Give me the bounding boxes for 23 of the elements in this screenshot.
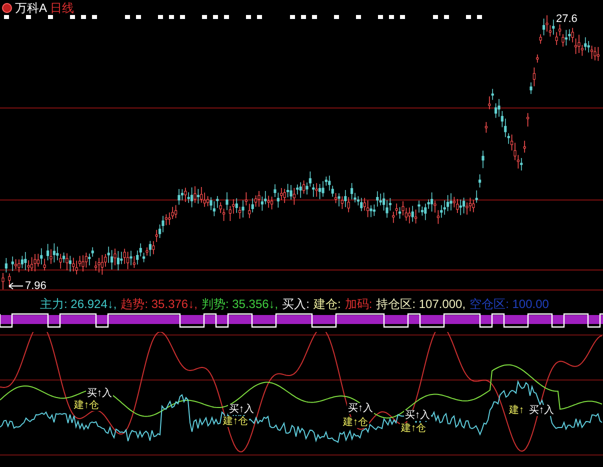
build-position-label: 建↑: [508, 405, 525, 416]
buy-signal-label: 买↑入: [347, 403, 374, 414]
stock-name: 万科A: [15, 1, 48, 15]
high-price-label: 27.6: [556, 13, 578, 25]
buy-signal-label: 买↑入: [528, 405, 555, 416]
buy-signal-label: 买↑入: [86, 388, 113, 399]
build-position-label: 建↑仓: [73, 400, 100, 411]
build-position-label: 建↑仓: [222, 416, 249, 427]
indicator-value: 趋势: 35.376↓,: [120, 297, 198, 311]
indicator-value: 加码:: [344, 297, 372, 311]
arrow-left-icon: [8, 282, 24, 290]
build-position-label: 建↑仓: [400, 423, 427, 434]
indicator-value: 主力: 26.924↓,: [40, 297, 117, 311]
indicator-value: 空仓区: 100.00: [470, 297, 549, 311]
buy-signal-label: 买↑入: [228, 404, 255, 415]
build-position-label: 建↑仓: [342, 417, 369, 428]
buy-signal-label: 买↑入: [404, 410, 431, 421]
period-label: 日线: [50, 1, 74, 15]
indicator-value: 判势: 35.356↓,: [201, 297, 278, 311]
indicator-value: 买入:: [282, 297, 310, 311]
indicator-value: 持仓区: 107.000,: [376, 297, 466, 311]
low-price-label: 7.96: [25, 280, 46, 292]
indicator-value: 建仓:: [314, 297, 341, 311]
